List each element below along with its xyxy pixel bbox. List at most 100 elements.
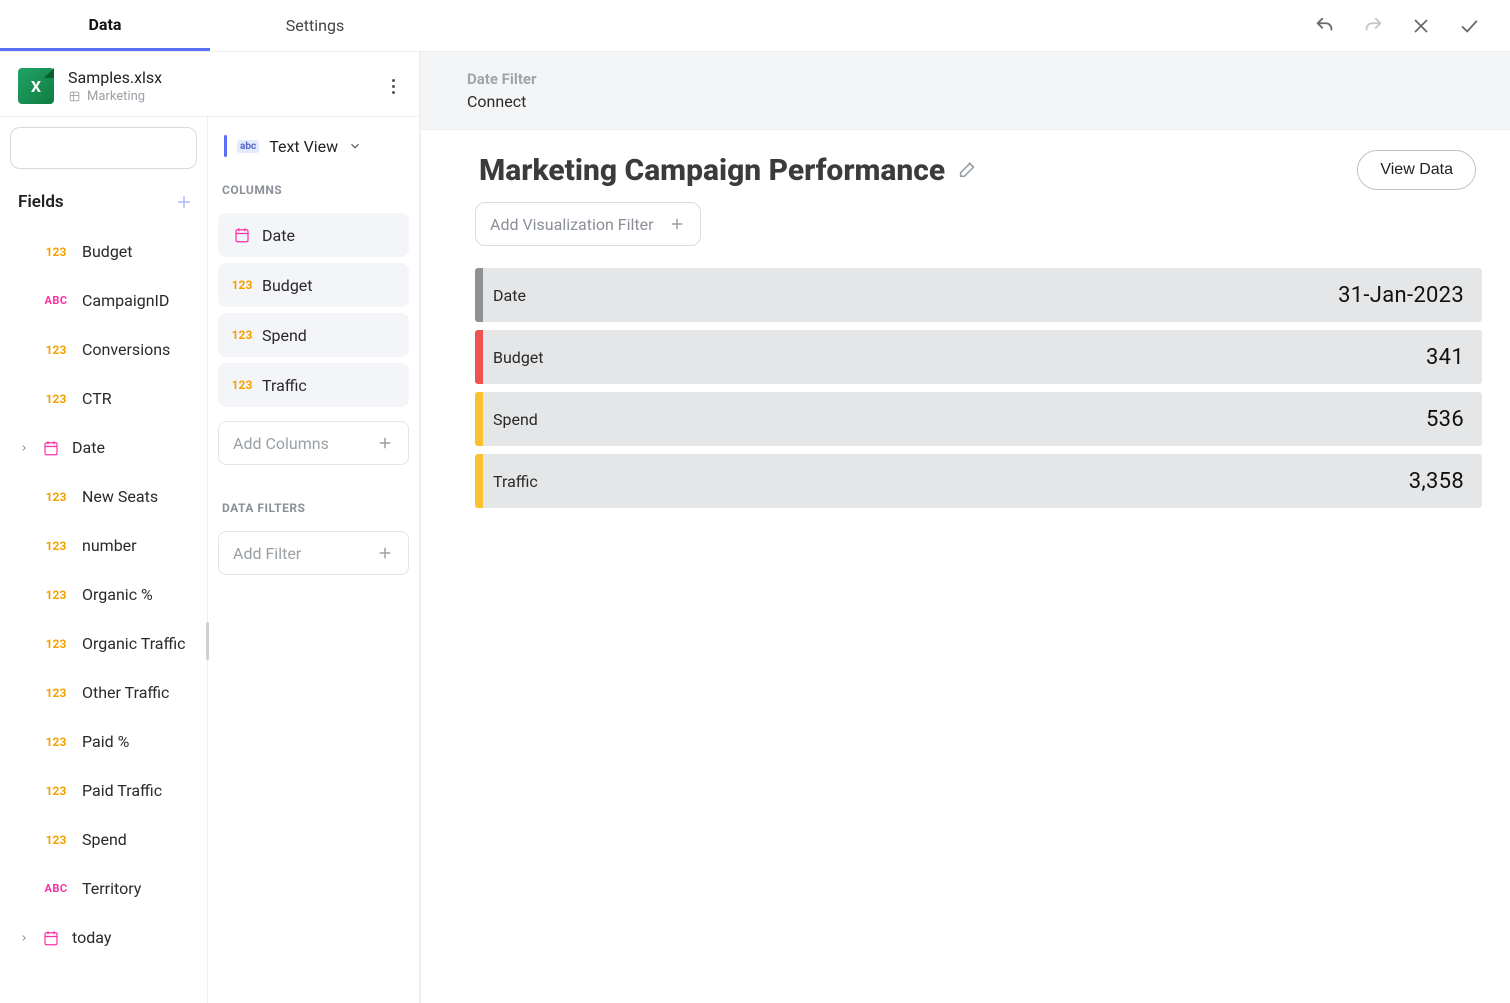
row-key: Date [483,268,526,322]
field-item[interactable]: 123 Paid Traffic [0,766,207,815]
type-number-icon: 123 [232,378,252,392]
column-chip-label: Budget [262,276,313,295]
field-item[interactable]: 123Other Traffic [0,668,207,717]
field-item[interactable]: 123 New Seats [0,472,207,521]
column-chip[interactable]: 123Budget [218,263,409,307]
add-field-icon[interactable] [171,189,197,215]
field-item[interactable]: 123 number [0,521,207,570]
field-item[interactable]: 123Paid % [0,717,207,766]
fields-list: 123BudgetABCCampaignID123Conversions123C… [0,223,207,972]
field-label: Other Traffic [82,683,169,702]
type-number-icon: 123 [42,343,70,357]
field-item[interactable]: ABC Territory [0,864,207,913]
row-key: Budget [483,330,544,384]
fields-label: Fields [18,192,64,212]
viz-type-select[interactable]: abc Text View [218,129,409,163]
data-row[interactable]: Traffic3,358 [475,454,1482,508]
viz-type-label: Text View [269,137,338,156]
view-data-button[interactable]: View Data [1357,150,1476,190]
field-item[interactable]: 123 Organic % [0,570,207,619]
field-label: Budget [82,242,133,261]
undo-icon[interactable] [1312,13,1338,39]
field-item[interactable]: 123 Conversions [0,325,207,374]
column-chip-label: Spend [262,326,307,345]
field-item[interactable]: 123Spend [0,815,207,864]
datasource-menu-icon[interactable] [381,74,405,98]
filter-ribbon[interactable]: Date Filter Connect [421,52,1510,130]
row-value: 3,358 [1409,454,1482,508]
tabs: Data Settings [0,0,420,51]
field-label: Paid Traffic [82,781,162,800]
add-viz-filter[interactable]: Add Visualization Filter [475,202,701,246]
add-columns[interactable]: Add Columns [218,421,409,465]
close-icon[interactable] [1408,13,1434,39]
type-text-icon: ABC [42,882,70,895]
type-number-icon: 123 [42,784,70,798]
column-chips: Date123Budget123Spend123Traffic [218,213,409,407]
viz-rows: Date31-Jan-2023 Budget 341 Spend536 Traffic3… [475,268,1482,508]
ribbon-head: Date Filter [467,70,1510,88]
row-color-bar [475,268,483,322]
viz-filter-label: Add Visualization Filter [490,215,654,234]
data-row[interactable]: Date31-Jan-2023 [475,268,1482,322]
column-chip-label: Date [262,226,295,245]
row-key: Spend [483,392,538,446]
field-item[interactable]: 123Organic Traffic [0,619,207,668]
column-chip[interactable]: 123Traffic [218,363,409,407]
body: X Samples.xlsx Marketing [0,52,1510,1003]
field-label: CTR [82,389,112,408]
ribbon-value: Connect [467,92,1510,111]
chevron-right-icon[interactable] [18,933,30,943]
field-item[interactable]: 123CTR [0,374,207,423]
fields-panel: Fields 123BudgetABCCampaignID123Conversi… [0,117,208,1003]
field-label: Organic % [82,585,153,604]
type-number-icon: 123 [232,328,252,342]
columns-label: COLUMNS [218,177,409,199]
datasource-header: X Samples.xlsx Marketing [0,52,419,116]
field-label: Date [72,438,105,457]
field-label: Conversions [82,340,170,359]
field-label: New Seats [82,487,158,506]
plus-icon [376,434,394,452]
sheet-label: Marketing [87,89,145,104]
type-number-icon: 123 [42,588,70,602]
field-label: today [72,928,111,947]
sheet-name: Marketing [68,89,162,104]
field-item[interactable]: today [0,913,207,962]
add-filter[interactable]: Add Filter [218,531,409,575]
field-item[interactable]: Date [0,423,207,472]
tab-settings[interactable]: Settings [210,0,420,51]
type-number-icon: 123 [42,490,70,504]
row-color-bar [475,392,483,446]
redo-icon[interactable] [1360,13,1386,39]
chevron-down-icon [348,139,362,153]
type-number-icon: 123 [42,245,70,259]
left-panel: X Samples.xlsx Marketing [0,52,420,1003]
row-value: 341 [1426,330,1482,384]
type-number-icon: 123 [42,539,70,553]
tab-data[interactable]: Data [0,0,210,51]
file-name: Samples.xlsx [68,68,162,87]
edit-title-icon[interactable] [957,158,981,182]
field-label: CampaignID [82,291,169,310]
confirm-icon[interactable] [1456,13,1482,39]
chevron-right-icon[interactable] [18,443,30,453]
search-input[interactable] [10,127,197,169]
data-row[interactable]: Spend536 [475,392,1482,446]
config-panel: abc Text View COLUMNS Date123Budget123Sp… [208,117,419,1003]
plus-icon [668,215,686,233]
field-item[interactable]: ABCCampaignID [0,276,207,325]
field-label: number [82,536,137,555]
data-row[interactable]: Budget 341 [475,330,1482,384]
field-label: Territory [82,879,141,898]
viz-card: Marketing Campaign Performance View Data… [461,136,1496,522]
type-date-icon [232,226,252,244]
search-field[interactable] [23,140,222,157]
field-item[interactable]: 123 Budget [0,227,207,276]
viz-title: Marketing Campaign Performance [479,153,945,188]
field-label: Organic Traffic [82,634,186,653]
column-chip[interactable]: Date [218,213,409,257]
fields-header: Fields [0,175,207,223]
type-number-icon: 123 [42,833,70,847]
column-chip[interactable]: 123 Spend [218,313,409,357]
